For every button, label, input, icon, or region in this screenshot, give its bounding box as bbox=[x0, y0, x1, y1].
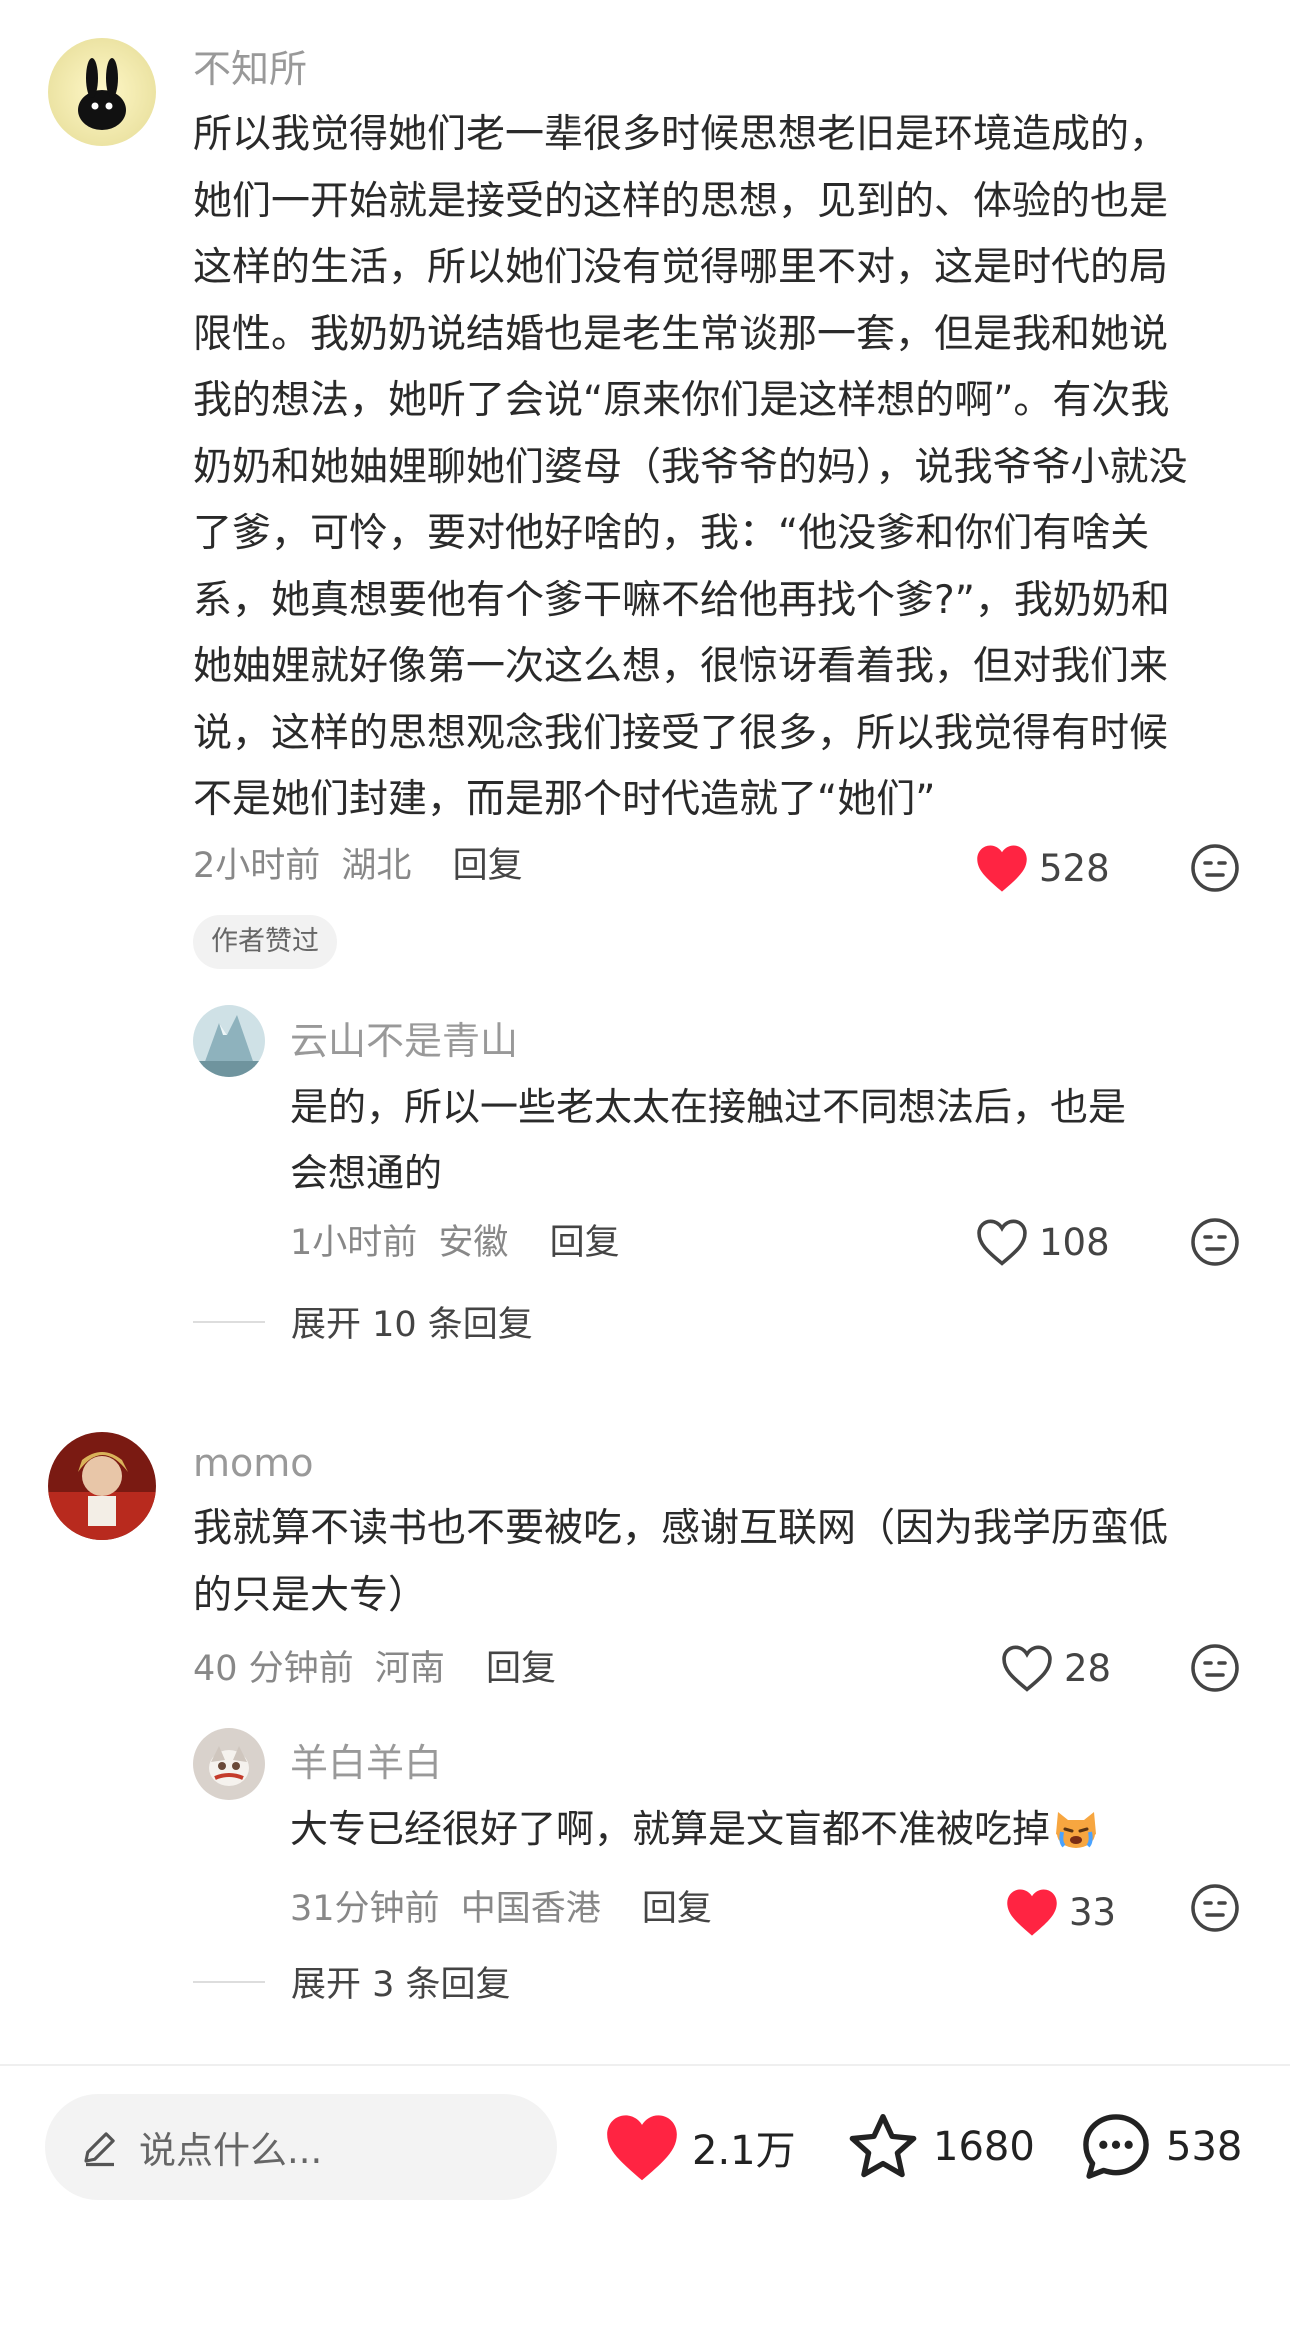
reply-button[interactable]: 回复 bbox=[642, 1889, 712, 1929]
comment-location: 河南 bbox=[374, 1649, 445, 1689]
reply-button[interactable]: 回复 bbox=[486, 1649, 556, 1689]
divider bbox=[193, 1980, 265, 1983]
comment-input[interactable]: 说点什么... bbox=[45, 2094, 557, 2200]
comment-location: 湖北 bbox=[341, 846, 412, 886]
expand-replies-button[interactable]: 展开 3 条回复 bbox=[193, 1956, 511, 2007]
post-like-count: 2.1万 bbox=[692, 2128, 796, 2174]
comment-meta: 40 分钟前 河南 回复 bbox=[193, 1646, 556, 1692]
reply-button[interactable]: 回复 bbox=[550, 1223, 620, 1263]
avatar[interactable] bbox=[193, 1728, 265, 1800]
reply-time: 31分钟前 bbox=[290, 1889, 440, 1929]
reply-text: 大专已经很好了啊，就算是文盲都不准被吃掉 bbox=[290, 1796, 1250, 1870]
comment-count: 538 bbox=[1166, 2124, 1243, 2170]
like-count: 33 bbox=[1069, 1890, 1117, 1934]
comment-time: 2小时前 bbox=[193, 846, 321, 886]
reply-meta: 1小时前 安徽 回复 bbox=[290, 1220, 620, 1266]
comment-meta: 2小时前 湖北 回复 bbox=[193, 843, 523, 889]
reply-username[interactable]: 羊白羊白 bbox=[290, 1738, 442, 1788]
comment-username[interactable]: momo bbox=[193, 1438, 314, 1488]
like-button[interactable]: 28 bbox=[1000, 1638, 1111, 1698]
reply-meta: 31分钟前 中国香港 回复 bbox=[290, 1886, 712, 1932]
reply-username[interactable]: 云山不是青山 bbox=[290, 1016, 518, 1066]
like-count: 528 bbox=[1039, 846, 1110, 890]
like-count: 28 bbox=[1064, 1646, 1112, 1690]
author-liked-badge: 作者赞过 bbox=[193, 915, 337, 969]
crying-cat-emoji bbox=[1052, 1804, 1100, 1870]
expand-replies-button[interactable]: 展开 10 条回复 bbox=[193, 1296, 533, 1347]
reply-time: 1小时前 bbox=[290, 1223, 418, 1263]
favorite-count: 1680 bbox=[933, 2124, 1035, 2170]
heart-icon bbox=[607, 2115, 677, 2181]
heart-icon bbox=[1007, 1889, 1057, 1936]
pencil-icon bbox=[84, 2132, 115, 2167]
dislike-face-icon[interactable] bbox=[1189, 1642, 1241, 1694]
expand-replies-label: 展开 10 条回复 bbox=[291, 1305, 533, 1345]
star-icon bbox=[849, 2113, 917, 2178]
dislike-face-icon[interactable] bbox=[1189, 1882, 1241, 1934]
comment-text: 我就算不读书也不要被吃，感谢互联网（因为我学历蛮低 的只是大专） bbox=[193, 1506, 1169, 1618]
comment-input-placeholder: 说点什么... bbox=[139, 2129, 323, 2172]
avatar[interactable] bbox=[48, 38, 156, 146]
heart-icon bbox=[977, 845, 1027, 892]
comment-username[interactable]: 不知所 bbox=[193, 44, 307, 94]
reply-text: 是的，所以一些老太太在接触过不同想法后，也是 会想通的 bbox=[290, 1085, 1127, 1195]
avatar[interactable] bbox=[193, 1005, 265, 1077]
comment-time: 40 分钟前 bbox=[193, 1649, 354, 1689]
heart-outline-icon bbox=[977, 1219, 1027, 1266]
bottom-action-bar: 说点什么... 2.1万 1680 538 bbox=[0, 2064, 1290, 2334]
reply-location: 安徽 bbox=[438, 1223, 509, 1263]
dislike-face-icon[interactable] bbox=[1189, 1216, 1241, 1268]
like-button[interactable]: 528 bbox=[975, 838, 1110, 898]
reply-location: 中国香港 bbox=[460, 1889, 601, 1929]
reply-button[interactable]: 回复 bbox=[453, 846, 523, 886]
divider bbox=[193, 1320, 265, 1323]
comment-text: 所以我觉得她们老一辈很多时候思想老旧是环境造成的， 她们一开始就是接受的这样的思… bbox=[193, 112, 1188, 822]
like-count: 108 bbox=[1039, 1220, 1110, 1264]
expand-replies-label: 展开 3 条回复 bbox=[291, 1965, 511, 2005]
like-post-button[interactable]: 2.1万 bbox=[604, 2094, 796, 2200]
like-button[interactable]: 33 bbox=[1005, 1882, 1116, 1942]
like-button[interactable]: 108 bbox=[975, 1212, 1110, 1272]
favorite-button[interactable]: 1680 bbox=[845, 2094, 1035, 2200]
chat-bubble-icon bbox=[1083, 2114, 1149, 2179]
comments-button[interactable]: 538 bbox=[1078, 2094, 1242, 2200]
dislike-face-icon[interactable] bbox=[1189, 842, 1241, 894]
avatar[interactable] bbox=[48, 1432, 156, 1540]
heart-outline-icon bbox=[1002, 1645, 1052, 1692]
